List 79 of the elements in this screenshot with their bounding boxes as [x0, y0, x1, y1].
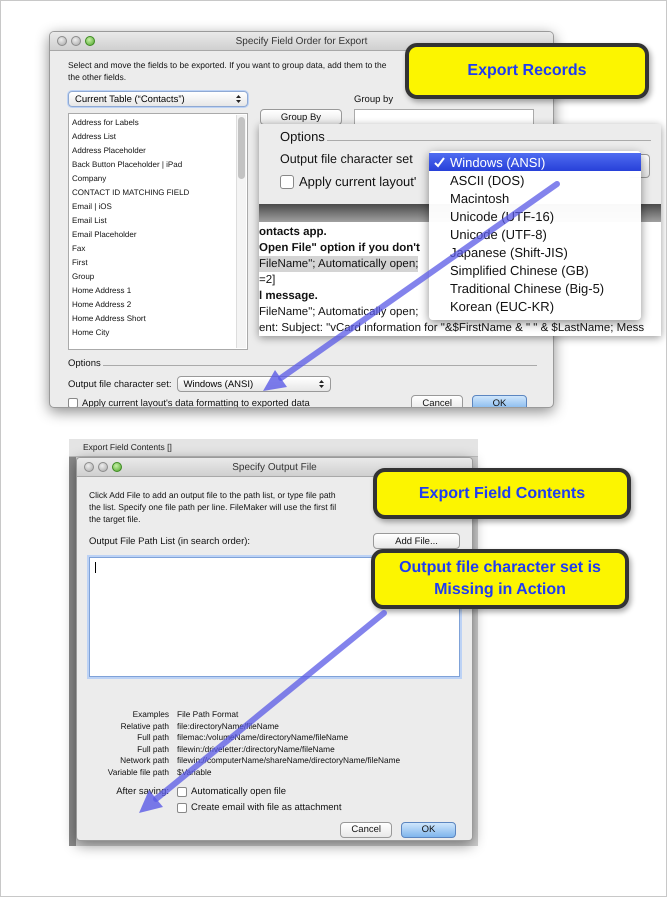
option-checkbox[interactable]: Create email with file as attachment: [177, 800, 460, 816]
script-line: l message.: [259, 289, 318, 304]
format-heading: File Path Format: [177, 709, 240, 721]
group-by-button[interactable]: Group By: [260, 109, 342, 125]
callout: Export Field Contents: [373, 468, 631, 519]
window-title: Specify Output File: [232, 462, 317, 472]
option-checkbox[interactable]: Automatically open file: [177, 784, 460, 800]
zoom-button[interactable]: [112, 462, 122, 472]
after-saving-label: After saving:: [115, 784, 169, 799]
path-format: $Variable: [177, 766, 212, 779]
parent-window-title: Export Field Contents []: [69, 439, 478, 457]
script-line: ent: Subject: "vCard information for "&$FirstName & " " & $LastName; Mess: [259, 321, 644, 336]
path-format: filemac:/volumeName/directoryName/fileName: [177, 732, 350, 744]
instructions-text: Select and move the fields to be exported. If you want to group data, add them to the the other fields.: [68, 59, 386, 83]
options-heading: Options: [68, 358, 101, 369]
dialog-button[interactable]: Cancel: [340, 822, 392, 838]
menu-item[interactable]: Traditional Chinese (Big-5): [429, 279, 641, 297]
charset-selector[interactable]: Windows (ANSI): [176, 376, 330, 392]
add-file-button[interactable]: Add File...: [373, 533, 460, 549]
close-button[interactable]: [84, 462, 94, 472]
script-line: =2]: [259, 273, 276, 288]
field-item[interactable]: Home Address 1: [72, 284, 233, 298]
field-item[interactable]: Email List: [72, 214, 233, 228]
path-format: file:directoryName/fileName: [177, 720, 280, 732]
field-item[interactable]: First: [72, 256, 233, 270]
callout: Export Records: [405, 43, 649, 99]
examples-heading: Examples: [132, 709, 169, 721]
up-down-arrows-icon: [236, 95, 241, 103]
path-type: Full path: [136, 732, 169, 744]
field-item[interactable]: CONTACT ID MATCHING FIELD: [72, 186, 233, 200]
field-item[interactable]: Address Placeholder: [72, 144, 233, 158]
path-type: Variable file path: [106, 766, 169, 779]
checkmark-icon: [434, 156, 445, 168]
instructions-text: Click Add File to add an output file to the path list, or type file path the list. Specify one file path per line. FileMaker will use the first fil the target file.: [89, 489, 336, 525]
path-format: filewin://computerName/shareName/directoryName/fileName: [177, 755, 402, 767]
path-type: Relative path: [120, 720, 169, 732]
zoom-button[interactable]: [85, 36, 95, 46]
dialog-button[interactable]: OK: [472, 395, 527, 407]
formatting-checkbox[interactable]: Apply current layout': [280, 174, 416, 189]
table-selector[interactable]: Current Table (“Contacts”): [68, 91, 248, 107]
minimize-button[interactable]: [71, 36, 81, 46]
window-title: Specify Field Order for Export: [236, 36, 368, 46]
menu-item[interactable]: Macintosh: [429, 189, 641, 207]
menu-item[interactable]: Japanese (Shift-JIS): [429, 243, 641, 261]
up-down-arrows-icon: [318, 380, 324, 388]
charset-label: Output file character set: [280, 152, 413, 166]
script-line: Open File" option if you don't: [259, 241, 420, 256]
menu-item[interactable]: ASCII (DOS): [429, 171, 641, 189]
minimize-button[interactable]: [98, 462, 108, 472]
field-item[interactable]: Home City: [72, 326, 233, 340]
field-item[interactable]: Fax: [72, 242, 233, 256]
field-item[interactable]: Email Placeholder: [72, 228, 233, 242]
field-item[interactable]: Address List: [72, 130, 233, 144]
field-item[interactable]: Email | iOS: [72, 200, 233, 214]
field-item[interactable]: Home Address 2: [72, 298, 233, 312]
path-type: Network path: [119, 755, 169, 767]
field-item[interactable]: Address for Labels: [72, 116, 233, 130]
close-button[interactable]: [57, 36, 67, 46]
menu-item[interactable]: Unicode (UTF-8): [429, 225, 641, 243]
path-list-label: Output File Path List (in search order):: [89, 536, 250, 546]
charset-label: Output file character set:: [68, 378, 172, 390]
field-item[interactable]: Back Button Placeholder | iPad: [72, 158, 233, 172]
options-heading: Options: [280, 129, 325, 144]
script-line: ontacts app.: [259, 225, 327, 240]
path-type: Full path: [136, 744, 169, 756]
menu-item[interactable]: Korean (EUC-KR): [429, 297, 641, 315]
dialog-button[interactable]: OK: [401, 822, 456, 838]
menu-item[interactable]: Windows (ANSI): [429, 153, 641, 171]
menu-item[interactable]: Unicode (UTF-16): [429, 207, 641, 225]
field-item[interactable]: Home Address Short: [72, 312, 233, 326]
menu-item[interactable]: Simplified Chinese (GB): [429, 261, 641, 279]
field-item[interactable]: Company: [72, 172, 233, 186]
group-by-label: Group by: [354, 93, 394, 105]
dialog-button[interactable]: Cancel: [411, 395, 463, 407]
path-format: filewin:/driveletter:/directoryName/fileName: [177, 744, 336, 756]
script-line: FileName"; Automatically open;: [259, 305, 418, 320]
scrollbar[interactable]: [236, 115, 246, 348]
field-item[interactable]: Group: [72, 270, 233, 284]
callout: Output file character set is Missing in Action: [371, 549, 629, 609]
